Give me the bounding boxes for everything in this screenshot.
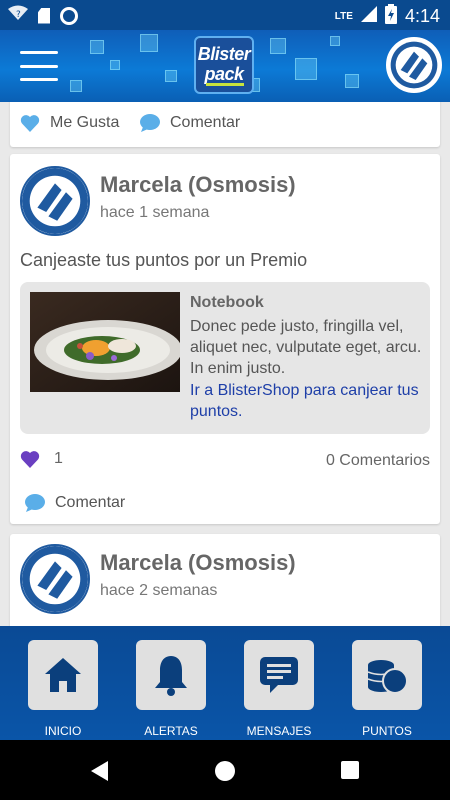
home-button[interactable]: [214, 760, 236, 787]
heart-icon: [20, 450, 40, 468]
nav-label: ALERTAS: [144, 724, 198, 738]
status-bar: ? LTE 4:14: [0, 0, 450, 30]
author-avatar[interactable]: [20, 166, 90, 236]
header-decoration: [70, 80, 82, 92]
header-decoration: [330, 36, 340, 46]
hamburger-icon-line: [20, 51, 58, 54]
system-navigation-bar: [0, 740, 450, 800]
coins-icon: [352, 640, 422, 710]
back-button[interactable]: [90, 760, 110, 787]
recents-button[interactable]: [340, 760, 360, 785]
message-icon: [244, 640, 314, 710]
author-name[interactable]: Marcela (Osmosis): [100, 550, 296, 576]
prize-image: [30, 292, 180, 392]
comment-button[interactable]: Comentar: [25, 494, 125, 512]
nav-puntos[interactable]: PUNTOS: [337, 638, 437, 738]
blistershop-link[interactable]: Ir a BlisterShop para canjear tus puntos…: [190, 380, 425, 422]
recents-square-icon: [341, 761, 359, 779]
bottom-navigation: INICIO ALERTAS MENSAJES PUNTOS: [0, 626, 450, 740]
post-timestamp: hace 2 semanas: [100, 582, 218, 599]
sd-card-icon: [38, 7, 50, 24]
prize-title: Notebook: [190, 294, 264, 311]
like-count: 1: [54, 450, 63, 467]
post-timestamp: hace 1 semana: [100, 204, 210, 221]
nav-inicio[interactable]: INICIO: [13, 638, 113, 738]
author-name[interactable]: Marcela (Osmosis): [100, 172, 296, 198]
header-decoration: [140, 34, 158, 52]
logo-text-line1: Blister: [197, 44, 251, 64]
like-button[interactable]: Me Gusta: [20, 114, 119, 132]
header-decoration: [270, 38, 286, 54]
comment-bubble-icon: [140, 114, 160, 132]
post-card: Marcela (Osmosis) hace 2 semanas: [10, 534, 440, 626]
nav-label: MENSAJES: [246, 724, 312, 738]
back-triangle-icon: [91, 761, 108, 781]
profile-avatar-button[interactable]: [386, 37, 442, 93]
header-decoration: [295, 58, 317, 80]
osmosis-logo-icon: [22, 168, 88, 234]
home-icon: [28, 640, 98, 710]
prize-description: Donec pede justo, fringilla vel, aliquet…: [190, 318, 422, 377]
wifi-icon: ?: [8, 5, 28, 26]
comment-button[interactable]: Comentar: [140, 114, 240, 132]
logo-text-line2: pack: [204, 64, 244, 84]
battery-icon: [384, 4, 397, 29]
osmosis-logo-icon: [22, 546, 88, 612]
comment-bubble-icon: [25, 494, 45, 512]
home-circle-icon: [215, 761, 235, 781]
comments-count[interactable]: 0 Comentarios: [326, 452, 430, 470]
sync-icon: [60, 6, 78, 25]
clock: 4:14: [404, 6, 440, 26]
comment-label: Comentar: [55, 494, 126, 511]
nav-label: PUNTOS: [362, 724, 412, 738]
app-logo: Blister pack: [194, 36, 254, 94]
app-header: Blister pack: [0, 30, 450, 102]
activity-feed[interactable]: Me Gusta Comentar Marcela (Osmosis) hace…: [0, 102, 450, 626]
logo-underline: [206, 83, 244, 86]
svg-text:?: ?: [16, 10, 21, 20]
menu-button[interactable]: [20, 51, 58, 81]
prize-card[interactable]: Notebook Donec pede justo, fringilla vel…: [20, 282, 430, 434]
post-card: Marcela (Osmosis) hace 1 semana Canjeast…: [10, 154, 440, 524]
osmosis-logo-icon: [390, 41, 438, 89]
header-decoration: [90, 40, 104, 54]
header-decoration: [165, 70, 177, 82]
header-decoration: [110, 60, 120, 70]
nav-label: INICIO: [44, 724, 82, 738]
heart-icon: [20, 114, 40, 132]
hamburger-icon-line: [20, 64, 58, 68]
author-avatar[interactable]: [20, 544, 90, 614]
post-text: Canjeaste tus puntos por un Premio: [20, 250, 308, 270]
nav-mensajes[interactable]: MENSAJES: [229, 638, 329, 738]
signal-icon: [360, 6, 377, 27]
nav-alertas[interactable]: ALERTAS: [121, 638, 221, 738]
header-decoration: [345, 74, 359, 88]
bell-icon: [136, 640, 206, 710]
hamburger-icon-line: [20, 78, 58, 81]
like-label: Me Gusta: [50, 114, 120, 131]
network-type: LTE: [334, 11, 353, 22]
comment-label: Comentar: [170, 114, 241, 131]
post-card: Me Gusta Comentar: [10, 102, 440, 147]
like-button[interactable]: 1: [20, 450, 63, 468]
